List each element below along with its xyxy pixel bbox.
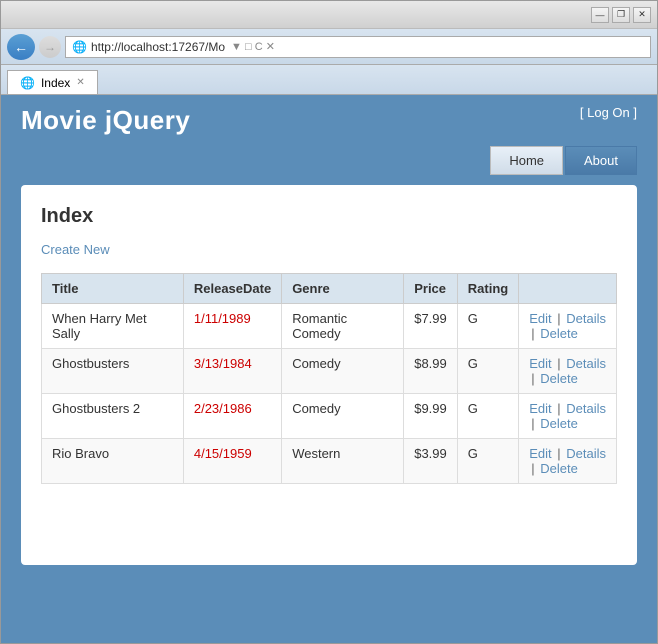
- separator: |: [531, 461, 538, 476]
- cell-actions: Edit | Details| Delete: [519, 304, 617, 349]
- tab-close-button[interactable]: ✕: [76, 77, 84, 88]
- create-new-link[interactable]: Create New: [41, 242, 110, 257]
- app-header: Movie jQuery [ Log On ]: [1, 95, 657, 146]
- cell-price: $9.99: [404, 394, 458, 439]
- tab-bar: 🌐 Index ✕: [1, 65, 657, 95]
- nav-menu: Home About: [1, 146, 657, 185]
- col-price: Price: [404, 274, 458, 304]
- cell-actions: Edit | Details| Delete: [519, 349, 617, 394]
- nav-about[interactable]: About: [565, 146, 637, 175]
- separator: |: [554, 356, 565, 371]
- cell-title: When Harry Met Sally: [42, 304, 184, 349]
- cell-rating: G: [457, 349, 518, 394]
- table-row: Rio Bravo4/15/1959Western$3.99GEdit | De…: [42, 439, 617, 484]
- active-tab[interactable]: 🌐 Index ✕: [7, 70, 98, 94]
- separator: |: [531, 371, 538, 386]
- col-release-date: ReleaseDate: [183, 274, 281, 304]
- cell-genre: Comedy: [282, 394, 404, 439]
- title-bar-buttons: — ❐ ✕: [591, 7, 651, 23]
- cell-genre: Comedy: [282, 349, 404, 394]
- col-genre: Genre: [282, 274, 404, 304]
- cell-actions: Edit | Details| Delete: [519, 439, 617, 484]
- forward-button[interactable]: →: [39, 36, 61, 58]
- details-link[interactable]: Details: [566, 401, 606, 416]
- main-content: Index Create New Title ReleaseDate Genre…: [21, 185, 637, 565]
- cell-release-date: 2/23/1986: [183, 394, 281, 439]
- delete-link[interactable]: Delete: [540, 371, 578, 386]
- delete-link[interactable]: Delete: [540, 461, 578, 476]
- separator: |: [531, 416, 538, 431]
- table-header-row: Title ReleaseDate Genre Price Rating: [42, 274, 617, 304]
- table-row: Ghostbusters 22/23/1986Comedy$9.99GEdit …: [42, 394, 617, 439]
- cell-price: $7.99: [404, 304, 458, 349]
- page-heading: Index: [41, 205, 617, 228]
- address-text: http://localhost:17267/Mo: [91, 40, 225, 54]
- cell-price: $8.99: [404, 349, 458, 394]
- cell-rating: G: [457, 394, 518, 439]
- details-link[interactable]: Details: [566, 446, 606, 461]
- restore-button[interactable]: ❐: [612, 7, 630, 23]
- separator: |: [531, 326, 538, 341]
- browser-window: — ❐ ✕ ← → 🌐 http://localhost:17267/Mo ▼ …: [0, 0, 658, 644]
- edit-link[interactable]: Edit: [529, 401, 551, 416]
- edit-link[interactable]: Edit: [529, 356, 551, 371]
- tab-icon: 🌐: [20, 76, 35, 90]
- cell-rating: G: [457, 439, 518, 484]
- cell-title: Ghostbusters 2: [42, 394, 184, 439]
- separator: |: [554, 401, 565, 416]
- address-icon: 🌐: [72, 40, 87, 54]
- cell-title: Ghostbusters: [42, 349, 184, 394]
- cell-actions: Edit | Details| Delete: [519, 394, 617, 439]
- nav-home[interactable]: Home: [490, 146, 563, 175]
- movies-table: Title ReleaseDate Genre Price Rating Whe…: [41, 273, 617, 484]
- title-bar: — ❐ ✕: [1, 1, 657, 29]
- table-row: Ghostbusters3/13/1984Comedy$8.99GEdit | …: [42, 349, 617, 394]
- cell-release-date: 1/11/1989: [183, 304, 281, 349]
- cell-release-date: 4/15/1959: [183, 439, 281, 484]
- delete-link[interactable]: Delete: [540, 416, 578, 431]
- address-bar-input[interactable]: 🌐 http://localhost:17267/Mo ▼ □ C ✕: [65, 36, 651, 58]
- close-button[interactable]: ✕: [633, 7, 651, 23]
- table-row: When Harry Met Sally1/11/1989Romantic Co…: [42, 304, 617, 349]
- separator: |: [554, 446, 565, 461]
- page-content: Movie jQuery [ Log On ] Home About Index…: [1, 95, 657, 643]
- details-link[interactable]: Details: [566, 311, 606, 326]
- delete-link[interactable]: Delete: [540, 326, 578, 341]
- address-extra: ▼ □ C ✕: [231, 40, 275, 53]
- tab-title: Index: [41, 76, 70, 90]
- minimize-button[interactable]: —: [591, 7, 609, 23]
- details-link[interactable]: Details: [566, 356, 606, 371]
- cell-genre: Romantic Comedy: [282, 304, 404, 349]
- address-bar: ← → 🌐 http://localhost:17267/Mo ▼ □ C ✕: [1, 29, 657, 65]
- edit-link[interactable]: Edit: [529, 446, 551, 461]
- edit-link[interactable]: Edit: [529, 311, 551, 326]
- cell-genre: Western: [282, 439, 404, 484]
- cell-price: $3.99: [404, 439, 458, 484]
- col-title: Title: [42, 274, 184, 304]
- col-rating: Rating: [457, 274, 518, 304]
- col-actions: [519, 274, 617, 304]
- cell-title: Rio Bravo: [42, 439, 184, 484]
- cell-rating: G: [457, 304, 518, 349]
- back-button[interactable]: ←: [7, 34, 35, 60]
- separator: |: [554, 311, 565, 326]
- app-title: Movie jQuery: [21, 105, 190, 136]
- log-on-link[interactable]: [ Log On ]: [580, 105, 637, 120]
- cell-release-date: 3/13/1984: [183, 349, 281, 394]
